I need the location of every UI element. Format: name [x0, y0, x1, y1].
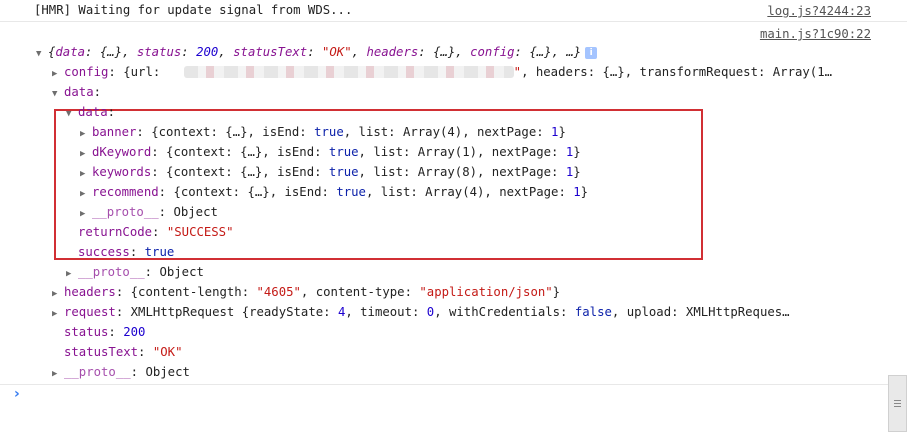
tree-item-proto[interactable]: ▶ __proto__: Object: [52, 362, 190, 382]
expand-triangle-right-icon[interactable]: ▶: [66, 264, 78, 284]
tree-item-success: success: true: [78, 245, 175, 259]
expand-triangle-right-icon[interactable]: ▶: [80, 164, 92, 184]
expand-triangle-down-icon[interactable]: ▼: [66, 104, 78, 124]
expand-triangle-right-icon[interactable]: ▶: [80, 124, 92, 144]
tree-item-statustext: statusText: "OK": [64, 345, 183, 359]
expand-triangle-right-icon[interactable]: ▶: [52, 284, 64, 304]
tree-item-data[interactable]: ▼ data:: [52, 82, 101, 102]
response-object-summary[interactable]: ▼ {data: {…}, status: 200, statusText: "O…: [36, 42, 598, 64]
tree-item-data-proto[interactable]: ▶ __proto__: Object: [66, 262, 204, 282]
console-prompt-chevron-icon[interactable]: ›: [14, 386, 20, 402]
console-message-hmr: [HMR] Waiting for update signal from WDS…: [34, 0, 352, 20]
tree-item-inner-proto[interactable]: ▶ __proto__: Object: [80, 202, 218, 222]
scrollbar[interactable]: [888, 375, 907, 432]
message-divider: [0, 21, 907, 22]
log-source-link[interactable]: main.js?1c90:22: [760, 24, 871, 44]
expand-triangle-right-icon[interactable]: ▶: [52, 304, 64, 324]
redacted-url: [183, 66, 514, 78]
tree-item-keywords[interactable]: ▶ keywords: {context: {…}, isEnd: true, l…: [80, 162, 581, 182]
expand-triangle-right-icon[interactable]: ▶: [80, 184, 92, 204]
tree-item-headers[interactable]: ▶ headers: {content-length: "4605", conte…: [52, 282, 560, 302]
tree-item-request[interactable]: ▶ request: XMLHttpRequest {readyState: 4,…: [52, 302, 790, 322]
scrollbar-grip: [894, 400, 901, 401]
tree-item-returncode: returnCode: "SUCCESS": [78, 225, 234, 239]
message-divider: [0, 384, 907, 385]
tree-item-config[interactable]: ▶ config: {url: ", headers: {…}, transfor…: [52, 62, 832, 82]
expand-triangle-down-icon[interactable]: ▼: [36, 44, 48, 64]
scrollbar-grip: [894, 406, 901, 407]
hmr-text: [HMR] Waiting for update signal from WDS…: [34, 3, 353, 17]
tree-item-banner[interactable]: ▶ banner: {context: {…}, isEnd: true, lis…: [80, 122, 566, 142]
expand-triangle-right-icon[interactable]: ▶: [80, 144, 92, 164]
tree-item-status: status: 200: [64, 325, 146, 339]
expand-triangle-right-icon[interactable]: ▶: [52, 364, 64, 384]
tree-item-dkeyword[interactable]: ▶ dKeyword: {context: {…}, isEnd: true, l…: [80, 142, 581, 162]
scrollbar-grip: [894, 403, 901, 404]
expand-triangle-right-icon[interactable]: ▶: [80, 204, 92, 224]
expand-triangle-down-icon[interactable]: ▼: [52, 84, 64, 104]
tree-item-recommend[interactable]: ▶ recommend: {context: {…}, isEnd: true, …: [80, 182, 588, 202]
hmr-source-link[interactable]: log.js?4244:23: [767, 1, 871, 21]
info-icon[interactable]: i: [585, 47, 598, 59]
expand-triangle-right-icon[interactable]: ▶: [52, 64, 64, 84]
tree-item-inner-data[interactable]: ▼ data:: [66, 102, 115, 122]
